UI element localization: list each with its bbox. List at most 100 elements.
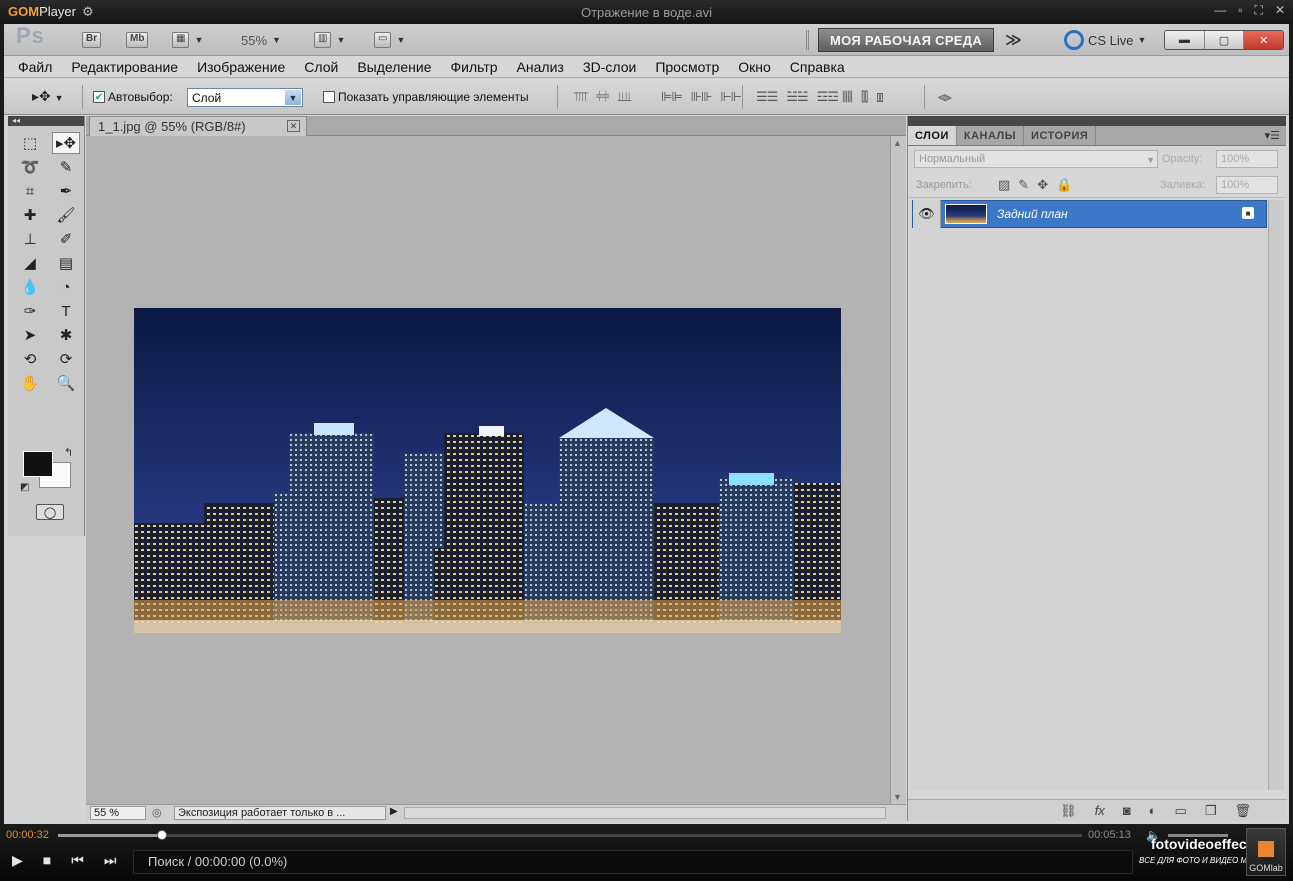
distribute-left-icon[interactable]: ⫼⫼ <box>842 89 853 105</box>
status-info-icon[interactable]: ◎ <box>152 806 162 819</box>
seek-knob[interactable] <box>157 830 168 840</box>
menu-item[interactable]: Выделение <box>357 59 431 75</box>
menu-item[interactable]: Просмотр <box>655 59 719 75</box>
close-icon[interactable]: ✕ <box>287 120 300 132</box>
3d-rotate-tool-icon[interactable]: ⟲ <box>16 348 44 370</box>
layers-scrollbar[interactable] <box>1268 200 1284 790</box>
eye-icon[interactable]: 👁 <box>913 200 941 228</box>
align-center-icon[interactable]: ⊪⊪ <box>691 89 713 105</box>
fill-field[interactable]: 100% <box>1216 176 1278 194</box>
menu-item[interactable]: Редактирование <box>71 59 178 75</box>
lock-pixels-icon[interactable]: ✎ <box>1018 177 1029 193</box>
menu-item[interactable]: Изображение <box>197 59 285 75</box>
clone-stamp-tool-icon[interactable]: ⊥ <box>16 228 44 250</box>
panel-tab[interactable]: КАНАЛЫ <box>957 126 1025 145</box>
swap-colors-icon[interactable]: ↰ <box>64 446 73 459</box>
document-tab[interactable]: 1_1.jpg @ 55% (RGB/8#) ✕ <box>89 116 307 136</box>
menu-item[interactable]: Файл <box>18 59 52 75</box>
align-middle-icon[interactable]: ⫩⫩ <box>596 89 610 105</box>
menu-item[interactable]: Слой <box>304 59 338 75</box>
menu-item[interactable]: Фильтр <box>451 59 498 75</box>
menu-item[interactable]: Анализ <box>517 59 564 75</box>
close-icon[interactable]: ✕ <box>1275 3 1285 18</box>
minibridge-button[interactable]: Mb <box>126 30 149 50</box>
gradient-tool-icon[interactable]: ▤ <box>52 252 80 274</box>
blend-mode-select[interactable]: Нормальный ▼ <box>914 150 1158 168</box>
scroll-down-icon[interactable]: ▼ <box>893 792 902 802</box>
blur-tool-icon[interactable]: 💧 <box>16 276 44 298</box>
align-right-icon[interactable]: ⊩⊩ <box>720 89 742 105</box>
marquee-tool-icon[interactable]: ⬚ <box>16 132 44 154</box>
document-horizontal-scrollbar[interactable] <box>404 807 886 819</box>
close-icon[interactable]: ✕ <box>1244 31 1283 49</box>
fullscreen-icon[interactable]: ⛶ <box>1255 3 1263 18</box>
align-top-icon[interactable]: ⫪⫪ <box>574 89 588 105</box>
path-selection-tool-icon[interactable]: ➤ <box>16 324 44 346</box>
panel-tab[interactable]: ИСТОРИЯ <box>1024 126 1097 145</box>
play-icon[interactable]: ▶ <box>12 852 23 869</box>
status-menu-arrow-icon[interactable]: ▶ <box>390 806 398 817</box>
minimize-icon[interactable]: ▬ <box>1165 31 1205 49</box>
autoselect-target-select[interactable]: Слой ▼ <box>187 88 303 107</box>
eyedropper-tool-icon[interactable]: ✒ <box>52 180 80 202</box>
panel-dock-header[interactable] <box>908 116 1286 126</box>
screen-mode-button[interactable]: ▭ ▼ <box>374 30 405 50</box>
arrange-documents-button[interactable]: ▥ ▼ <box>314 30 345 50</box>
distribute-top-icon[interactable]: ☰☰ <box>756 89 778 105</box>
workspace-button[interactable]: МОЯ РАБОЧАЯ СРЕДА <box>818 28 994 52</box>
cs-live-button[interactable]: CS Live ▼ <box>1064 30 1146 50</box>
layer-row[interactable]: 👁 Задний план ■ <box>912 200 1267 228</box>
new-layer-icon[interactable]: ❐ <box>1205 803 1217 819</box>
quick-selection-tool-icon[interactable]: ✎ <box>52 156 80 178</box>
eraser-tool-icon[interactable]: ◢ <box>16 252 44 274</box>
lock-transparency-icon[interactable]: ▨ <box>998 177 1010 193</box>
delete-layer-icon[interactable]: 🗑 <box>1234 803 1251 819</box>
menu-item[interactable]: Окно <box>738 59 771 75</box>
gomlab-button[interactable]: GOMlab <box>1246 828 1286 876</box>
distribute-center-icon[interactable]: ⫿⫿ <box>861 89 868 105</box>
autoselect-checkbox[interactable]: ✔ Автовыбор: <box>93 90 173 104</box>
tools-panel-header[interactable]: ◂◂ <box>8 116 84 126</box>
previous-icon[interactable]: ⏮ <box>71 852 84 869</box>
show-controls-checkbox[interactable]: Показать управляющие элементы <box>323 90 529 104</box>
quick-mask-icon[interactable]: ◯ <box>36 504 64 520</box>
history-brush-tool-icon[interactable]: ✐ <box>52 228 80 250</box>
new-group-icon[interactable]: ▭ <box>1175 803 1187 819</box>
healing-brush-tool-icon[interactable]: ✚ <box>16 204 44 226</box>
document-zoom-field[interactable]: 55 % <box>90 806 146 820</box>
more-workspaces-icon[interactable]: ≫ <box>1005 30 1022 50</box>
foreground-color-swatch[interactable] <box>23 451 53 477</box>
lock-position-icon[interactable]: ✥ <box>1037 177 1048 193</box>
move-tool-preset-icon[interactable]: ▸✥ ▼ <box>32 88 64 105</box>
align-bottom-icon[interactable]: ⫫⫫ <box>618 89 632 105</box>
bridge-button[interactable]: Br <box>82 30 102 50</box>
dodge-tool-icon[interactable]: ◔ <box>52 276 80 298</box>
opacity-field[interactable]: 100% <box>1216 150 1278 168</box>
next-icon[interactable]: ⏭ <box>104 852 117 869</box>
minimize-icon[interactable]: — <box>1214 3 1226 18</box>
lasso-tool-icon[interactable]: ➰ <box>16 156 44 178</box>
default-colors-icon[interactable]: ◩ <box>20 482 29 493</box>
zoom-level-select[interactable]: 55% ▼ <box>241 30 281 50</box>
distribute-right-icon[interactable]: ⫾⫾ <box>876 89 883 105</box>
stop-icon[interactable]: ■ <box>43 852 51 869</box>
add-mask-icon[interactable]: ◙ <box>1123 803 1131 819</box>
view-extras-button[interactable]: ▦ ▼ <box>172 30 203 50</box>
document-vertical-scrollbar[interactable]: ▲ ▼ <box>890 136 906 804</box>
3d-orbit-tool-icon[interactable]: ⟳ <box>52 348 80 370</box>
maximize-icon[interactable]: ▢ <box>1204 31 1245 49</box>
layer-style-icon[interactable]: fx <box>1095 803 1105 819</box>
menu-item[interactable]: Справка <box>790 59 845 75</box>
panel-menu-icon[interactable]: ▾☰ <box>1265 129 1280 142</box>
distribute-bottom-icon[interactable]: ☲☲ <box>817 89 839 105</box>
link-layers-icon[interactable]: ⛓ <box>1060 803 1077 819</box>
seek-bar[interactable] <box>58 830 1082 840</box>
distribute-middle-icon[interactable]: ☱☱ <box>786 89 808 105</box>
align-left-icon[interactable]: ⊫⊫ <box>661 89 683 105</box>
canvas-image-city-skyline[interactable] <box>134 308 841 633</box>
pen-tool-icon[interactable]: ✑ <box>16 300 44 322</box>
restore-icon[interactable]: ▫ <box>1238 3 1242 18</box>
scroll-up-icon[interactable]: ▲ <box>893 138 902 148</box>
hand-tool-icon[interactable]: ✋ <box>16 372 44 394</box>
brush-tool-icon[interactable]: 🖌 <box>52 204 80 226</box>
